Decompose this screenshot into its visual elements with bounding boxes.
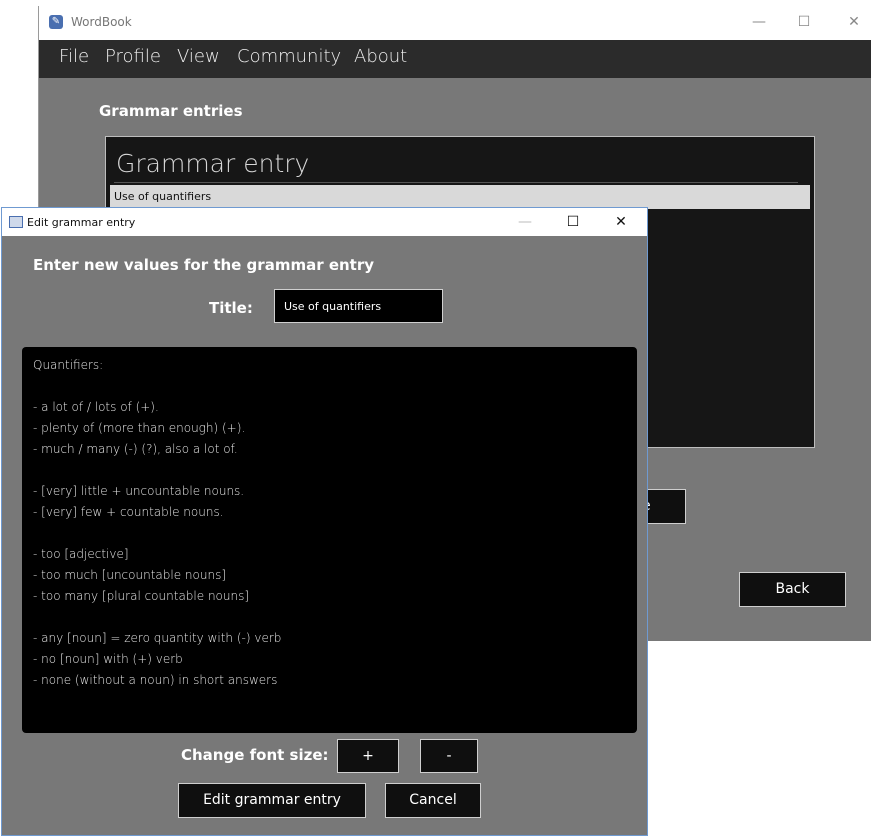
title-input[interactable] (274, 289, 443, 323)
close-icon[interactable]: ✕ (607, 211, 635, 233)
menu-community[interactable]: Community (237, 46, 341, 67)
dialog-titlebar: Edit grammar entry — ☐ ✕ (2, 208, 647, 236)
content-line (33, 460, 281, 481)
window-icon (9, 216, 23, 228)
content-line: - none (without a noun) in short answers (33, 673, 278, 687)
list-column-header: Grammar entry (116, 149, 310, 178)
back-button[interactable]: Back (739, 572, 846, 607)
font-decrease-button[interactable]: - (420, 739, 478, 773)
close-icon[interactable]: ✕ (839, 11, 869, 33)
content-line: - [very] few + countable nouns. (33, 505, 224, 519)
maximize-icon[interactable]: ☐ (789, 11, 819, 33)
content-line: - much / many (-) (?), also a lot of. (33, 442, 238, 456)
header-divider (114, 182, 798, 183)
content-line: - a lot of / lots of (+). (33, 400, 159, 414)
menu-about[interactable]: About (354, 46, 407, 67)
menu-file[interactable]: File (59, 46, 89, 67)
dialog-title: Edit grammar entry (27, 216, 136, 229)
edit-grammar-entry-button[interactable]: Edit grammar entry (178, 783, 366, 818)
content-line: - any [noun] = zero quantity with (-) ve… (33, 631, 282, 645)
content-line (33, 607, 281, 628)
dialog-instruction: Enter new values for the grammar entry (33, 256, 375, 274)
menu-profile[interactable]: Profile (105, 46, 161, 67)
content-line (33, 376, 281, 397)
content-line: - too many [plural countable nouns] (33, 589, 250, 603)
wordbook-app-icon: ✎ (49, 15, 63, 29)
maximize-icon[interactable]: ☐ (559, 211, 587, 233)
grammar-entries-heading: Grammar entries (99, 102, 243, 120)
content-line: Quantifiers: (33, 358, 104, 372)
main-window-title: WordBook (71, 15, 132, 29)
content-line: - [very] little + uncountable nouns. (33, 484, 245, 498)
menubar: File Profile View Community About (39, 40, 871, 78)
content-line: - plenty of (more than enough) (+). (33, 421, 246, 435)
content-textarea[interactable]: Quantifiers: - a lot of / lots of (+). -… (22, 347, 637, 733)
content-line: - too [adjective] (33, 547, 129, 561)
font-increase-button[interactable]: + (337, 739, 399, 773)
font-size-label: Change font size: (181, 746, 329, 764)
content-line: - too much [uncountable nouns] (33, 568, 227, 582)
content-line: - no [noun] with (+) verb (33, 652, 183, 666)
list-item[interactable]: Use of quantifiers (110, 185, 810, 209)
content-lines: Quantifiers: - a lot of / lots of (+). -… (33, 355, 281, 691)
minimize-icon[interactable]: — (511, 211, 539, 233)
title-label: Title: (209, 299, 253, 317)
list-item-label: Use of quantifiers (114, 190, 212, 203)
edit-grammar-dialog: Edit grammar entry — ☐ ✕ Enter new value… (1, 207, 648, 836)
content-line (33, 523, 281, 544)
main-titlebar: ✎ WordBook — ☐ ✕ (39, 6, 871, 40)
menu-view[interactable]: View (177, 46, 220, 67)
minimize-icon[interactable]: — (744, 11, 774, 33)
cancel-button[interactable]: Cancel (385, 783, 481, 818)
